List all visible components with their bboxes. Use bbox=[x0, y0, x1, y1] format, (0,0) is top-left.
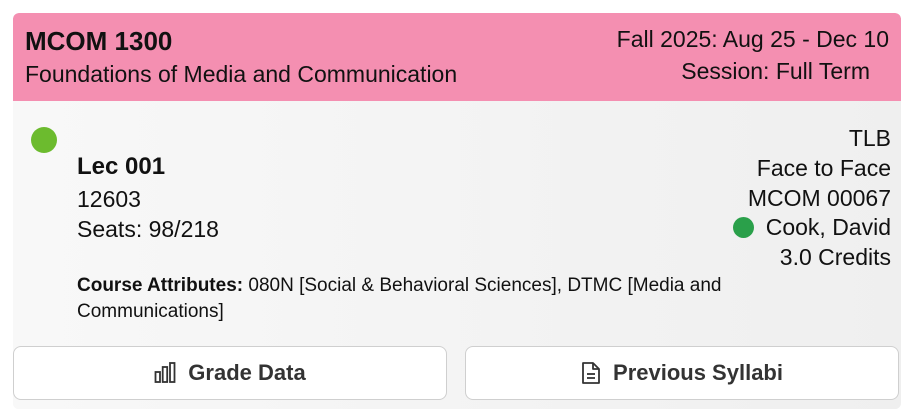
section-status-indicator bbox=[31, 127, 57, 153]
instructor[interactable]: Cook, David bbox=[732, 214, 891, 241]
section-crn: 12603 bbox=[77, 186, 141, 212]
section-type: Lec 001 bbox=[77, 153, 166, 180]
bar-chart-icon bbox=[154, 362, 176, 383]
credits: 3.0 Credits bbox=[779, 244, 891, 270]
instructor-name: Cook, David bbox=[765, 214, 891, 240]
instruction-mode: Face to Face bbox=[756, 155, 891, 181]
previous-syllabi-label: Previous Syllabi bbox=[613, 360, 783, 385]
course-card: MCOM 1300 Foundations of Media and Commu… bbox=[13, 13, 901, 409]
course-title: Foundations of Media and Communication bbox=[25, 61, 458, 87]
term-dates: Fall 2025: Aug 25 - Dec 10 bbox=[616, 26, 889, 52]
grade-data-label: Grade Data bbox=[188, 360, 306, 385]
section-seats: Seats: 98/218 bbox=[77, 216, 219, 242]
course-code: MCOM 1300 bbox=[25, 26, 173, 56]
session-label: Session: Full Term bbox=[681, 58, 870, 84]
grade-data-button[interactable]: Grade Data bbox=[13, 346, 447, 400]
previous-syllabi-button[interactable]: Previous Syllabi bbox=[465, 346, 899, 400]
instructor-status-icon bbox=[732, 217, 754, 238]
course-attributes: Course Attributes: 080N [Social & Behavi… bbox=[77, 273, 837, 325]
course-attributes-label: Course Attributes: bbox=[77, 275, 244, 296]
course-header: MCOM 1300 Foundations of Media and Commu… bbox=[13, 13, 901, 101]
building-code: TLB bbox=[848, 125, 891, 151]
alt-course-code: MCOM 00067 bbox=[747, 185, 891, 211]
document-icon bbox=[582, 362, 600, 384]
